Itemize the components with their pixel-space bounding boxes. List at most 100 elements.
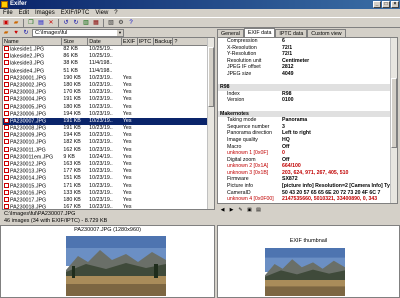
file-row[interactable]: PA230006.JPG 194 KB 10/23/19.. Yes	[3, 110, 214, 118]
file-row[interactable]: PA230011.JPG 162 KB 10/23/19.. Yes	[3, 146, 214, 154]
file-iptc	[138, 104, 154, 111]
exif-row[interactable]: CameraID 50 43 20 57 65 65 6E 20 72 73 20…	[218, 190, 397, 197]
minimize-button[interactable]: _	[373, 1, 381, 8]
file-row[interactable]: PA230009.JPG 194 KB 10/23/19.. Yes	[3, 132, 214, 139]
file-row[interactable]: PA230001.JPG 190 KB 10/23/19.. Yes	[3, 74, 214, 82]
file-size: 133 KB	[63, 189, 81, 196]
file-name-text: lakeside3.JPG	[10, 60, 45, 67]
file-iptc	[138, 68, 154, 75]
chevron-down-icon[interactable]: ▼	[117, 29, 123, 36]
file-row[interactable]: PA230013.JPG 177 KB 10/23/19.. Yes	[3, 168, 214, 175]
tab-exif-data[interactable]: EXIF data	[243, 28, 276, 37]
tab-general[interactable]: General	[217, 29, 244, 37]
menu-images[interactable]: Images	[35, 9, 55, 17]
file-row[interactable]: lakeside2.JPG 86 KB 10/25/19..	[3, 53, 214, 60]
exif-row[interactable]: unknown 3 [0x1B] 203, 624, 971, 267, 405,…	[218, 170, 397, 177]
exif-row[interactable]: Firmware SX872	[218, 176, 397, 183]
folder-icon[interactable]: ▰	[12, 19, 20, 27]
edit-icon[interactable]: ✎	[237, 207, 244, 214]
exif-row[interactable]: Sequence number 3	[218, 124, 397, 131]
file-row[interactable]: PA230008.JPG 191 KB 10/23/19.. Yes	[3, 125, 214, 132]
file-row[interactable]: lakeside1.JPG 82 KB 10/25/19..	[3, 46, 214, 53]
menu-edit[interactable]: Edit	[19, 9, 29, 17]
file-list-scrollbar[interactable]	[207, 38, 214, 209]
file-row[interactable]: PA230012.JPG 163 KB 10/23/19.. Yes	[3, 161, 214, 168]
file-row[interactable]: PA230002.JPG 180 KB 10/23/19.. Yes	[3, 81, 214, 89]
path-input[interactable]: C:\Images\ful ▼	[32, 28, 124, 37]
scrollbar-thumb[interactable]	[391, 78, 397, 148]
menu-help[interactable]: ?	[114, 9, 117, 17]
exif-section[interactable]: Makernotes	[218, 110, 397, 118]
up-folder-icon[interactable]: ▰	[2, 29, 10, 37]
exif-key: unknown 3 [0x1B]	[227, 169, 269, 176]
exif-section[interactable]: R98	[218, 84, 397, 91]
exif-row[interactable]	[218, 78, 397, 85]
print-icon[interactable]: ▤	[255, 207, 262, 214]
rotate-right-icon[interactable]: ↻	[72, 19, 80, 27]
file-row[interactable]: PA230007.JPG 191 KB 10/23/19.. Yes	[3, 117, 214, 126]
scrollbar-thumb[interactable]	[208, 47, 214, 107]
exif-row[interactable]: Y-Resolution 72/1	[218, 51, 397, 58]
file-row[interactable]: PA230010.JPG 182 KB 10/23/19.. Yes	[3, 139, 214, 146]
exif-row[interactable]: X-Resolution 72/1	[218, 45, 397, 52]
help-icon[interactable]: ?	[127, 19, 135, 27]
delete-icon[interactable]: ✕	[47, 19, 55, 27]
menu-file[interactable]: File	[3, 9, 13, 17]
exif-scrollbar[interactable]	[390, 38, 397, 203]
refresh-icon[interactable]: ↻	[22, 29, 30, 37]
next-icon[interactable]: ▶	[228, 207, 235, 214]
exif-row[interactable]: Version 0100	[218, 97, 397, 104]
file-row[interactable]: PA230005.JPG 180 KB 10/23/19.. Yes	[3, 103, 214, 111]
close-button[interactable]: ×	[391, 1, 399, 8]
menu-bar: File Edit Images EXIF/IPTC View ?	[0, 9, 400, 17]
exif-row[interactable]: Taking mode Panorama	[218, 117, 397, 124]
exif-row[interactable]: Resolution unit Centimeter	[218, 58, 397, 65]
save-icon[interactable]: ▣	[246, 207, 253, 214]
file-row[interactable]: PA230011em.JPG 9 KB 10/24/19.. Yes	[3, 153, 214, 161]
menu-view[interactable]: View	[95, 9, 108, 17]
settings-icon[interactable]: ⚙	[117, 19, 125, 27]
paste-icon[interactable]: ▤	[37, 19, 45, 27]
view-icon[interactable]: ▧	[107, 19, 115, 27]
file-row[interactable]: PA230003.JPG 170 KB 10/23/19.. Yes	[3, 89, 214, 96]
exif-row[interactable]: Image quality HQ	[218, 137, 397, 144]
exif-row[interactable]: unknown 1 [0x0F] 0	[218, 150, 397, 157]
file-row[interactable]: PA230014.JPG 151 KB 10/23/19.. Yes	[3, 175, 214, 182]
exif-row[interactable]: JPEG IF offset 2812	[218, 64, 397, 71]
file-row[interactable]: PA230017.JPG 180 KB 10/23/19.. Yes	[3, 196, 214, 204]
exif-key: R98	[220, 84, 230, 91]
exif-row[interactable]: JPEG size 4049	[218, 71, 397, 78]
exif-row[interactable]: Digital zoom Off	[218, 157, 397, 164]
play-icon[interactable]: ◀	[219, 207, 226, 214]
file-row[interactable]: PA230015.JPG 171 KB 10/23/19.. Yes	[3, 182, 214, 190]
maximize-button[interactable]: □	[382, 1, 390, 8]
file-row[interactable]: PA230004.JPG 191 KB 10/23/19.. Yes	[3, 96, 214, 103]
exif-row[interactable]: Index R98	[218, 91, 397, 98]
exif-row[interactable]	[218, 104, 397, 111]
exif-row[interactable]: Panorama direction Left to right	[218, 130, 397, 137]
preview-image	[66, 236, 166, 296]
file-row[interactable]: lakeside3.JPG 38 KB 11/4/198..	[3, 60, 214, 67]
exif-row[interactable]: unknown 2 [0x1A] 664/100	[218, 163, 397, 170]
copy-icon[interactable]: ❐	[27, 19, 35, 27]
rotate-left-icon[interactable]: ↺	[62, 19, 70, 27]
column-size[interactable]: Size	[62, 38, 89, 45]
menu-exif-iptc[interactable]: EXIF/IPTC	[61, 9, 90, 17]
tab-custom-view[interactable]: Custom view	[307, 29, 346, 37]
tab-iptc-data[interactable]: IPTC data	[275, 29, 308, 37]
file-row[interactable]: PA230016.JPG 133 KB 10/23/19.. Yes	[3, 189, 214, 197]
exif-row[interactable]: Picture info [picture info] Resolution=2 …	[218, 183, 397, 190]
column-exif[interactable]: EXIF	[122, 38, 138, 45]
exif-row[interactable]: Macro Off	[218, 144, 397, 151]
exif-icon[interactable]: ▥	[82, 19, 90, 27]
iptc-icon[interactable]: ▦	[92, 19, 100, 27]
exif-row[interactable]: unknown 4 [0x0F00] 2147535660, 5010321, 3…	[218, 196, 397, 203]
exif-row[interactable]: Compression 6	[218, 38, 397, 45]
open-folder-icon[interactable]: ▣	[2, 19, 10, 27]
file-row[interactable]: lakeside4.JPG 51 KB 11/4/198..	[3, 67, 214, 75]
favorites-icon[interactable]: ♥	[12, 29, 20, 37]
column-iptc[interactable]: IPTC	[138, 38, 154, 45]
column-date[interactable]: Date	[88, 38, 122, 45]
column-name[interactable]: Name	[3, 38, 63, 45]
column-backup[interactable]: Backup	[154, 38, 174, 45]
